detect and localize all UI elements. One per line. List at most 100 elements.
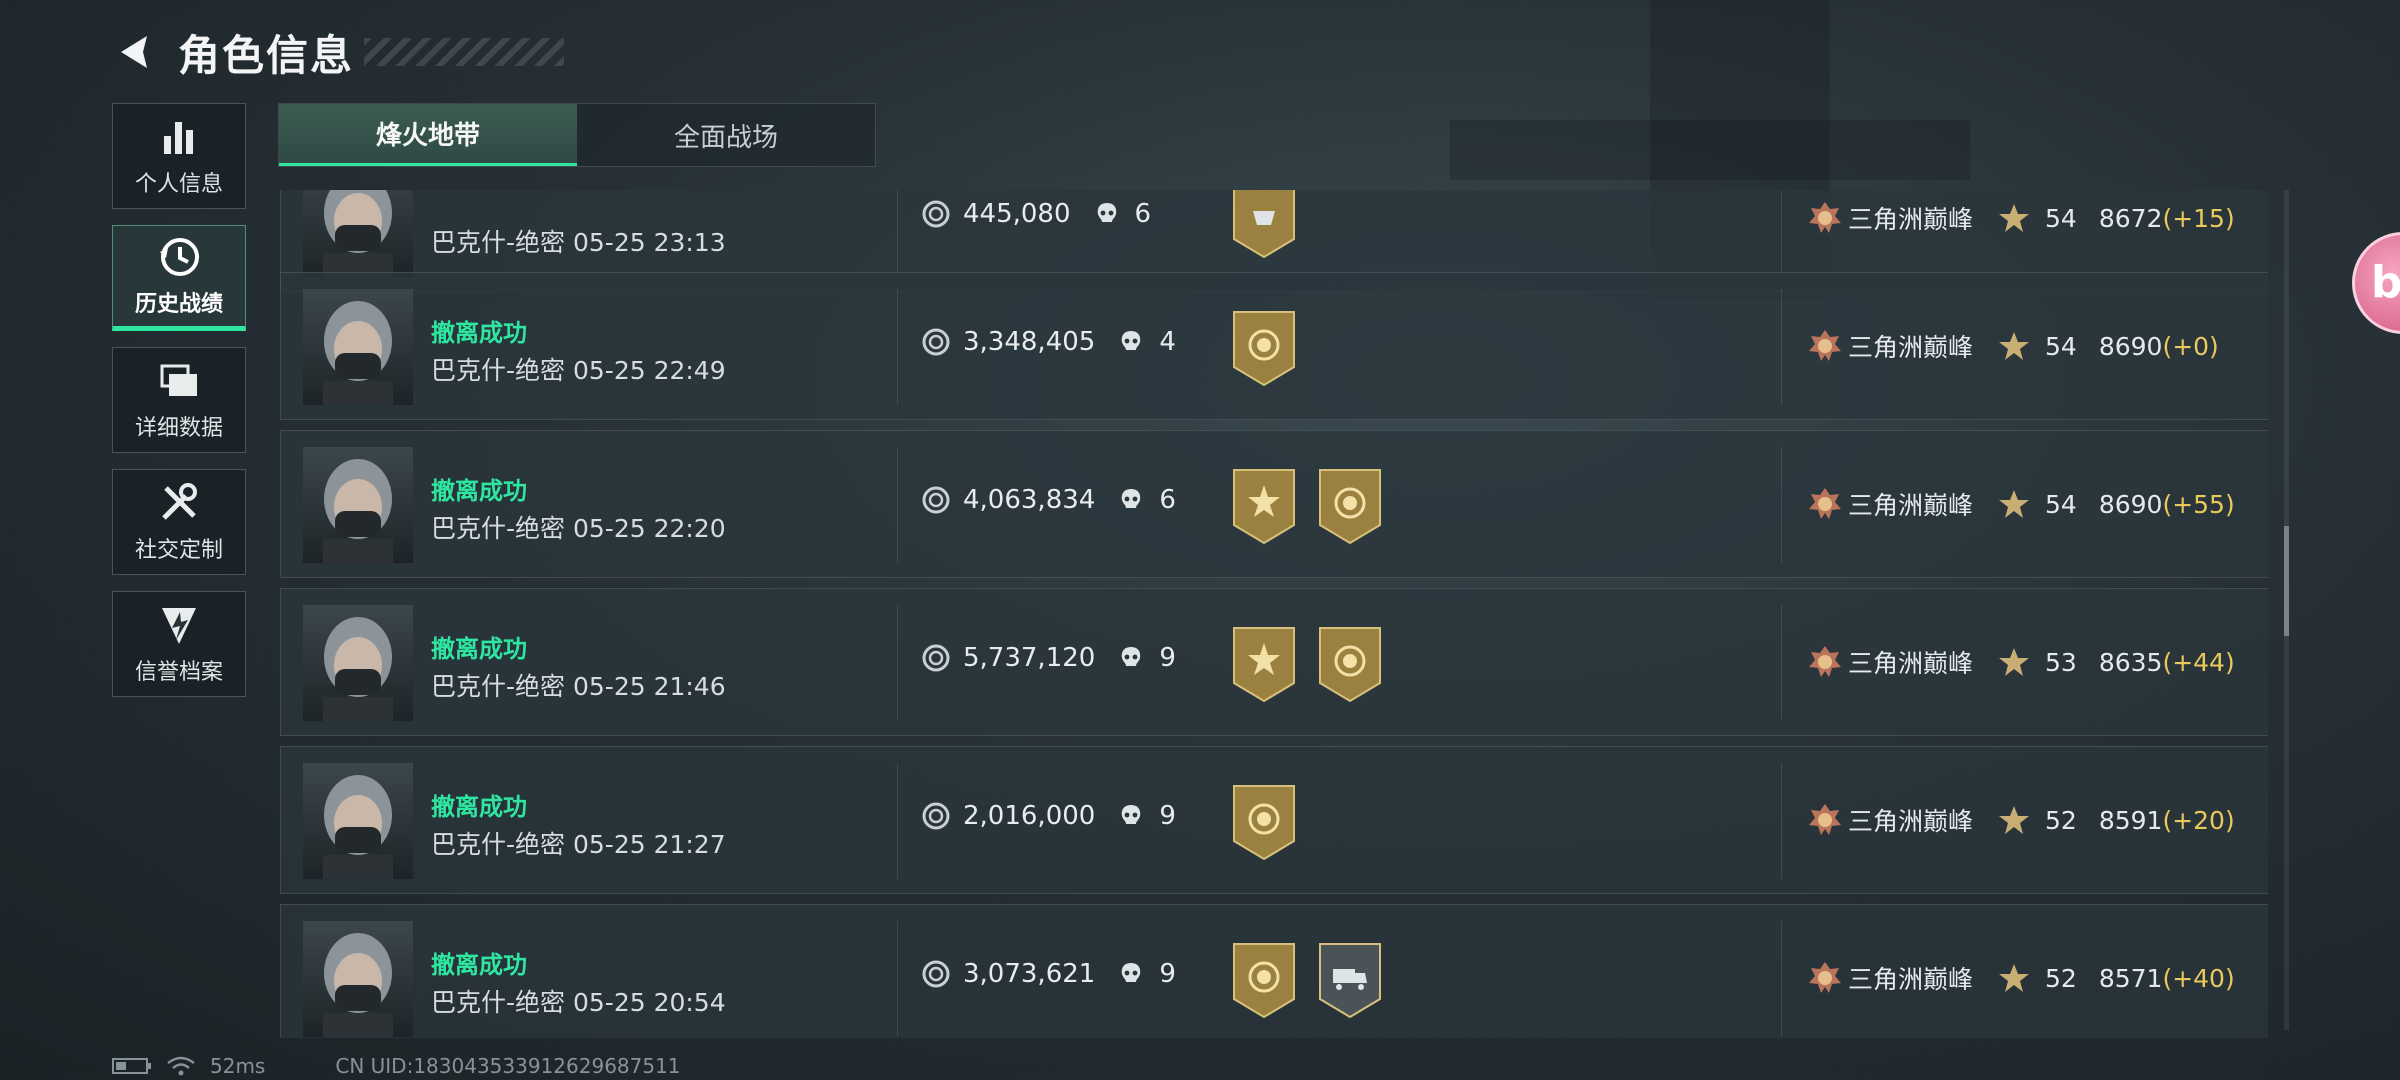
list-scrollbar[interactable] [2284, 190, 2289, 1030]
rank-info: 三角洲巅峰 54 8690 (+55) [1806, 485, 2235, 523]
operator-portrait [323, 775, 393, 879]
back-button[interactable] [110, 27, 160, 77]
match-record-row[interactable]: 撤离成功 巴克什-绝密 05-25 22:20 4,063,834 6 三角洲巅峰 54 8… [280, 430, 2268, 578]
coin-icon [922, 644, 950, 672]
seal-medal-badge-icon[interactable] [1317, 625, 1383, 703]
coin-icon [922, 328, 950, 356]
rank-score: 8672 [2098, 203, 2163, 233]
sidebar-item-history[interactable]: 历史战绩 [112, 225, 246, 331]
match-history-list[interactable]: 巴克什-绝密 05-25 23:13 445,080 6 三角洲巅峰 54 8672 (+1… [278, 190, 2268, 1038]
rank-emblem-icon [1809, 962, 1841, 993]
rank-emblem-icon [1809, 646, 1841, 677]
rank-emblem-icon [1809, 804, 1841, 835]
match-record-row[interactable]: 撤离成功 巴克什-绝密 05-25 20:54 3,073,621 9 三角洲巅峰 52 8… [280, 904, 2268, 1038]
player-level: 52 [2045, 963, 2077, 993]
loot-value-kills: 5,737,120 9 [921, 643, 1176, 673]
seal-medal-badge-icon[interactable] [1231, 941, 1297, 1019]
supply-truck-badge-icon[interactable] [1317, 941, 1383, 1019]
seal-medal-badge-icon[interactable] [1231, 309, 1297, 387]
extraction-status: 撤离成功 [431, 635, 527, 663]
map-name: 巴克什-绝密 [431, 988, 566, 1017]
skull-kills-icon [1097, 203, 1116, 222]
coin-icon [922, 200, 950, 228]
operator-avatar [303, 447, 413, 563]
rank-score: 8635 [2098, 647, 2163, 677]
match-time: 05-25 22:20 [572, 514, 726, 543]
seal-medal-badge-icon[interactable] [1317, 467, 1383, 545]
loot-value: 5,737,120 [963, 643, 1096, 673]
star-level-icon [1999, 490, 2030, 518]
match-map-time: 巴克什-绝密 05-25 22:49 [431, 351, 726, 387]
sidebar-item-credit[interactable]: 信誉档案 [112, 591, 246, 697]
score-delta: (+15) [2162, 203, 2235, 233]
operator-avatar [303, 921, 413, 1037]
tab-full-battlefield[interactable]: 全面战场 [577, 104, 875, 166]
kill-count: 9 [1159, 801, 1176, 831]
star-level-icon [1999, 204, 2030, 232]
extraction-status: 撤离成功 [431, 319, 527, 347]
kill-count: 4 [1159, 327, 1176, 357]
loot-value-kills: 4,063,834 6 [921, 485, 1176, 515]
kill-count: 6 [1159, 485, 1176, 515]
skull-kills-icon [1122, 963, 1141, 982]
shield-lightning-icon [162, 608, 196, 644]
column-divider [897, 447, 898, 563]
scrollbar-thumb[interactable] [2284, 526, 2289, 636]
map-name: 巴克什-绝密 [431, 514, 566, 543]
map-name: 巴克什-绝密 [431, 356, 566, 385]
loot-value-kills: 2,016,000 9 [921, 801, 1176, 831]
match-map-time: 巴克什-绝密 05-25 23:13 [431, 223, 726, 259]
map-name: 巴克什-绝密 [431, 228, 566, 257]
medal-badges [1231, 309, 1317, 387]
star-level-icon [1999, 648, 2030, 676]
mode-tabs: 烽火地带 全面战场 [278, 103, 876, 167]
match-record-row[interactable]: 撤离成功 巴克什-绝密 05-25 21:27 2,016,000 9 三角洲巅峰 52 8… [280, 746, 2268, 894]
column-divider [1781, 921, 1782, 1037]
bar-chart-icon [164, 122, 193, 154]
medal-badge-icon[interactable] [1231, 190, 1297, 259]
tab-hazard-zone[interactable]: 烽火地带 [279, 104, 577, 166]
status-footer: 52ms CN UID:18304353391262968751​1 [112, 1054, 681, 1078]
back-arrow-icon [121, 36, 147, 68]
extraction-status: 撤离成功 [431, 793, 527, 821]
operator-avatar [303, 605, 413, 721]
loot-value: 3,073,621 [963, 959, 1096, 989]
score-delta: (+55) [2162, 489, 2235, 519]
operator-avatar [303, 289, 413, 405]
skull-kills-icon [1122, 489, 1141, 508]
rank-info: 三角洲巅峰 53 8635 (+44) [1806, 643, 2235, 681]
background-silhouette [1450, 120, 1970, 180]
floating-assistant-bubble[interactable]: bi [2352, 232, 2400, 334]
ping-text: 52ms [210, 1054, 266, 1078]
match-record-row[interactable]: 撤离成功 巴克什-绝密 05-25 21:46 5,737,120 9 三角洲巅峰 53 8… [280, 588, 2268, 736]
sidebar-item-personal-info[interactable]: 个人信息 [112, 103, 246, 209]
kill-count: 9 [1159, 959, 1176, 989]
star-level-icon [1999, 332, 2030, 360]
operator-avatar [303, 763, 413, 879]
rank-info: 三角洲巅峰 52 8571 (+40) [1806, 959, 2235, 997]
sun-medal-badge-icon[interactable] [1231, 467, 1297, 545]
score-delta: (+44) [2162, 647, 2235, 677]
star-level-icon [1999, 964, 2030, 992]
page-title: 角色信息 [178, 30, 355, 80]
title-decoration [364, 38, 565, 66]
seal-medal-badge-icon[interactable] [1231, 783, 1297, 861]
player-level: 53 [2045, 647, 2077, 677]
rank-score: 8591 [2098, 805, 2163, 835]
battery-icon [112, 1058, 151, 1074]
sidebar-item-detailed-data[interactable]: 详细数据 [112, 347, 246, 453]
skull-kills-icon [1122, 331, 1141, 350]
sidebar-item-social[interactable]: 社交定制 [112, 469, 246, 575]
match-time: 05-25 22:49 [572, 356, 726, 385]
rank-name: 三角洲巅峰 [1848, 491, 1974, 520]
rank-info: 三角洲巅峰 54 8690 (+0) [1806, 327, 2219, 365]
coin-icon [922, 960, 950, 988]
sun-medal-badge-icon[interactable] [1231, 625, 1297, 703]
skull-kills-icon [1122, 647, 1141, 666]
kill-count: 6 [1134, 199, 1152, 229]
player-level: 54 [2045, 203, 2077, 233]
match-record-row[interactable]: 撤离成功 巴克什-绝密 05-25 22:49 3,348,405 4 三角洲巅峰 54 8… [280, 272, 2268, 420]
loot-value: 4,063,834 [963, 485, 1096, 515]
coin-icon [922, 486, 950, 514]
operator-portrait [323, 933, 393, 1037]
